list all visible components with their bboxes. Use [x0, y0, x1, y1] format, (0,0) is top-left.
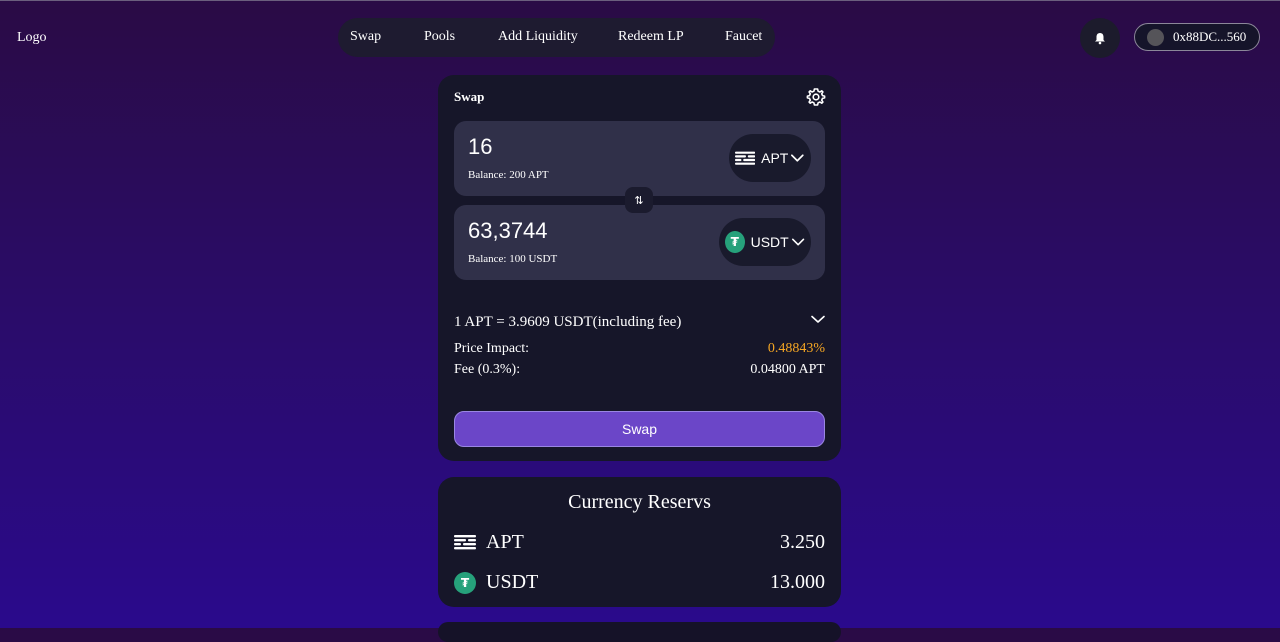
- rate-row[interactable]: 1 APT = 3.9609 USDT(including fee): [454, 314, 825, 331]
- from-amount-input[interactable]: [468, 134, 688, 160]
- chevron-down-icon: [791, 238, 805, 246]
- usdt-icon: ₮: [725, 231, 745, 253]
- gear-icon[interactable]: [806, 87, 826, 107]
- apt-icon: [735, 151, 756, 165]
- to-token-symbol: USDT: [750, 234, 789, 250]
- wallet-address: 0x88DC...560: [1173, 29, 1247, 44]
- chevron-down-icon: [791, 154, 804, 162]
- nav-faucet[interactable]: Faucet: [725, 29, 762, 45]
- nav-pools[interactable]: Pools: [424, 29, 455, 45]
- reserve-amount: 13.000: [770, 571, 825, 593]
- wallet-button[interactable]: 0x88DC...560: [1134, 23, 1260, 51]
- apt-icon: [454, 535, 476, 550]
- price-impact-label: Price Impact:: [454, 341, 530, 356]
- reserve-apt-icon-wrap: [454, 534, 476, 550]
- usdt-icon: ₮: [454, 572, 476, 594]
- nav-add-liquidity[interactable]: Add Liquidity: [498, 29, 578, 45]
- price-impact-value: 0.48843%: [767, 341, 825, 356]
- nav-redeem-lp[interactable]: Redeem LP: [618, 29, 684, 45]
- from-token-box: Balance: 200 APT APT: [454, 121, 825, 196]
- reserve-token-name: USDT: [486, 571, 539, 593]
- fee-row: Fee (0.3%): 0.04800 APT: [454, 362, 825, 378]
- switch-tokens-button[interactable]: ⇅: [625, 187, 653, 213]
- reserve-token-name: APT: [486, 531, 524, 553]
- nav-swap[interactable]: Swap: [350, 29, 381, 45]
- reserve-usdt-icon-wrap: ₮: [454, 572, 476, 594]
- bell-icon: [1095, 32, 1105, 44]
- next-card: [438, 622, 841, 642]
- swap-button[interactable]: Swap: [454, 411, 825, 447]
- logo[interactable]: Logo: [17, 30, 47, 46]
- reserve-amount: 3.250: [780, 531, 825, 553]
- from-token-select[interactable]: APT: [729, 134, 811, 182]
- to-token-select[interactable]: ₮ USDT: [719, 218, 811, 266]
- swap-arrows-icon: ⇅: [634, 193, 644, 207]
- reserves-title: Currency Reservs: [568, 491, 711, 513]
- reserve-row-usdt: ₮ USDT 13.000: [454, 571, 825, 597]
- reserve-row-apt: APT 3.250: [454, 531, 825, 557]
- from-token-symbol: APT: [761, 150, 789, 166]
- swap-card: Swap Balance: 200 APT APT Balance: 100 U…: [438, 75, 841, 461]
- exchange-rate: 1 APT = 3.9609 USDT(including fee): [454, 314, 682, 330]
- price-impact-row: Price Impact: 0.48843%: [454, 341, 825, 357]
- chevron-down-icon[interactable]: [811, 315, 825, 324]
- fee-label: Fee (0.3%):: [454, 362, 521, 377]
- reserves-card: Currency Reservs APT 3.250 ₮ USDT 13.000: [438, 477, 841, 607]
- main-nav: Swap Pools Add Liquidity Redeem LP Fauce…: [338, 18, 775, 57]
- window-top-border: [0, 0, 1280, 1]
- to-token-box: Balance: 100 USDT ₮ USDT: [454, 205, 825, 280]
- from-balance: Balance: 200 APT: [468, 169, 549, 181]
- wallet-avatar: [1147, 28, 1164, 46]
- to-balance: Balance: 100 USDT: [468, 253, 558, 265]
- to-amount-input[interactable]: [468, 218, 688, 244]
- fee-value: 0.04800 APT: [750, 362, 825, 377]
- notifications-button[interactable]: [1080, 18, 1120, 58]
- swap-title: Swap: [454, 89, 485, 104]
